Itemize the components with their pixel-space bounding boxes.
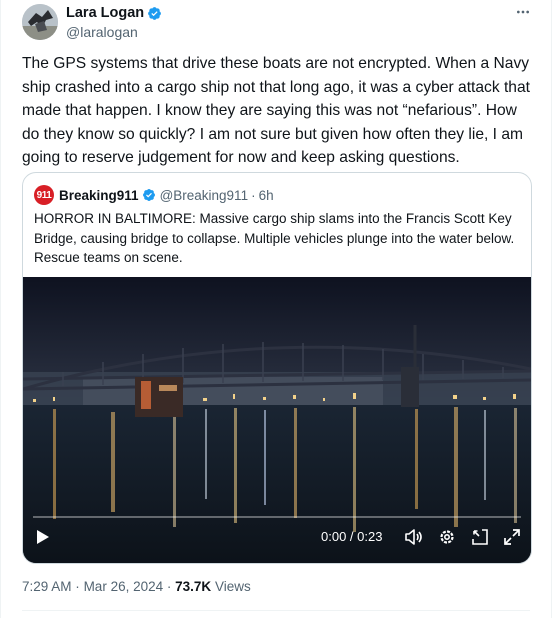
verified-badge-icon [148, 6, 162, 20]
tweet-card: Lara Logan @laralogan The GPS systems th… [0, 0, 552, 618]
quoted-tweet[interactable]: 911 Breaking911 @Breaking911 · 6h HORROR… [22, 172, 532, 564]
tweet-text: The GPS systems that drive these boats a… [22, 55, 530, 167]
play-icon[interactable] [33, 525, 53, 549]
quoted-tweet-header: 911 Breaking911 @Breaking911 · 6h [34, 185, 274, 205]
video-frame-bridge-collapse [23, 277, 531, 563]
separator-dot: · [166, 579, 172, 594]
views-count[interactable]: 73.7K [175, 579, 211, 594]
picture-in-picture-icon[interactable] [469, 525, 491, 549]
video-controls: 0:00 / 0:23 [23, 525, 531, 557]
quoted-author-avatar[interactable]: 911 [34, 185, 54, 205]
author-display-name[interactable]: Lara Logan [66, 5, 144, 21]
fullscreen-icon[interactable] [501, 525, 523, 549]
separator-dot: · [251, 187, 256, 203]
video-player[interactable]: 0:00 / 0:23 [23, 277, 531, 563]
video-progress-bar[interactable] [33, 516, 521, 518]
quoted-author-handle[interactable]: @Breaking911 [160, 188, 249, 203]
verified-badge-icon [142, 189, 155, 201]
tweet-time[interactable]: 7:29 AM [22, 579, 72, 594]
divider [22, 610, 530, 611]
volume-icon[interactable] [403, 525, 425, 549]
author-avatar[interactable] [22, 4, 58, 40]
quoted-tweet-text: HORROR IN BALTIMORE: Massive cargo ship … [34, 211, 515, 265]
tweet-date[interactable]: Mar 26, 2024 [84, 579, 164, 594]
tweet-meta: 7:29 AM · Mar 26, 2024 · 73.7K Views [22, 579, 251, 594]
views-label: Views [214, 579, 251, 594]
separator-dot: · [75, 579, 80, 594]
quoted-author-name[interactable]: Breaking911 [59, 188, 139, 203]
video-time: 0:00 / 0:23 [321, 529, 383, 544]
author-handle[interactable]: @laralogan [66, 24, 138, 40]
settings-gear-icon[interactable] [436, 525, 458, 549]
more-horizontal-icon[interactable] [515, 4, 531, 23]
author-name-row[interactable]: Lara Logan [66, 5, 162, 21]
quoted-tweet-time[interactable]: 6h [259, 188, 274, 203]
